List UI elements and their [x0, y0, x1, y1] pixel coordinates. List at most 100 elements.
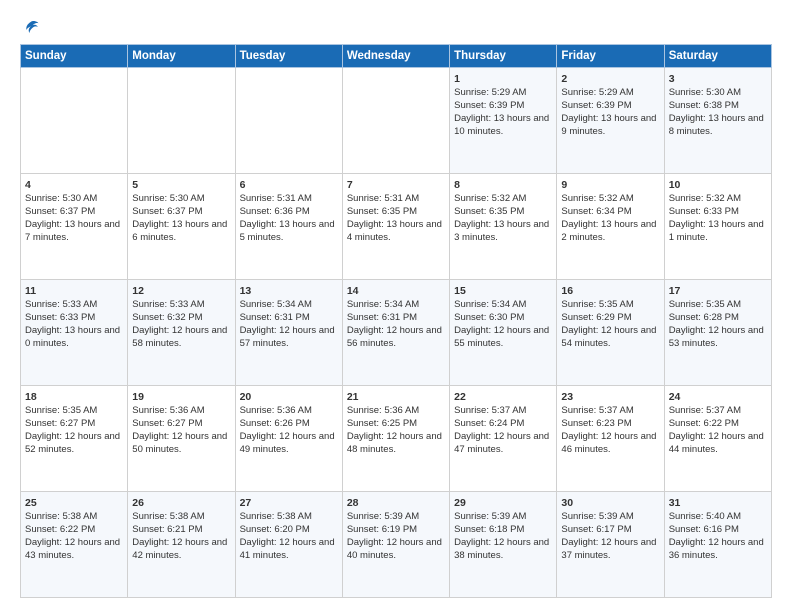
day-number: 25 [25, 496, 123, 510]
weekday-header-sunday: Sunday [21, 45, 128, 68]
day-info: Sunset: 6:34 PM [561, 206, 659, 219]
day-info: Daylight: 13 hours and 3 minutes. [454, 219, 552, 245]
day-info: Sunset: 6:30 PM [454, 312, 552, 325]
day-info: Sunrise: 5:29 AM [454, 87, 552, 100]
day-info: Sunset: 6:25 PM [347, 418, 445, 431]
day-info: Daylight: 12 hours and 56 minutes. [347, 325, 445, 351]
calendar-cell: 19Sunrise: 5:36 AMSunset: 6:27 PMDayligh… [128, 386, 235, 492]
day-info: Daylight: 13 hours and 7 minutes. [25, 219, 123, 245]
day-info: Daylight: 12 hours and 55 minutes. [454, 325, 552, 351]
day-info: Sunrise: 5:32 AM [454, 193, 552, 206]
calendar-cell: 4Sunrise: 5:30 AMSunset: 6:37 PMDaylight… [21, 174, 128, 280]
day-number: 1 [454, 72, 552, 86]
day-info: Sunrise: 5:36 AM [132, 405, 230, 418]
day-number: 3 [669, 72, 767, 86]
day-info: Sunset: 6:18 PM [454, 524, 552, 537]
day-number: 19 [132, 390, 230, 404]
calendar-cell: 2Sunrise: 5:29 AMSunset: 6:39 PMDaylight… [557, 68, 664, 174]
week-row-1: 1Sunrise: 5:29 AMSunset: 6:39 PMDaylight… [21, 68, 772, 174]
day-number: 8 [454, 178, 552, 192]
day-number: 5 [132, 178, 230, 192]
weekday-header-tuesday: Tuesday [235, 45, 342, 68]
day-info: Sunset: 6:21 PM [132, 524, 230, 537]
calendar-cell: 16Sunrise: 5:35 AMSunset: 6:29 PMDayligh… [557, 280, 664, 386]
day-info: Sunrise: 5:35 AM [669, 299, 767, 312]
day-info: Sunset: 6:39 PM [561, 100, 659, 113]
day-info: Sunset: 6:31 PM [347, 312, 445, 325]
day-number: 22 [454, 390, 552, 404]
day-info: Sunrise: 5:39 AM [347, 511, 445, 524]
day-info: Daylight: 13 hours and 2 minutes. [561, 219, 659, 245]
day-info: Sunset: 6:36 PM [240, 206, 338, 219]
day-number: 6 [240, 178, 338, 192]
calendar-cell: 31Sunrise: 5:40 AMSunset: 6:16 PMDayligh… [664, 492, 771, 598]
day-info: Daylight: 12 hours and 49 minutes. [240, 431, 338, 457]
day-number: 2 [561, 72, 659, 86]
day-info: Daylight: 12 hours and 43 minutes. [25, 537, 123, 563]
calendar-cell: 11Sunrise: 5:33 AMSunset: 6:33 PMDayligh… [21, 280, 128, 386]
day-number: 15 [454, 284, 552, 298]
weekday-header-thursday: Thursday [450, 45, 557, 68]
day-info: Sunrise: 5:33 AM [25, 299, 123, 312]
day-info: Sunset: 6:27 PM [25, 418, 123, 431]
day-info: Daylight: 12 hours and 48 minutes. [347, 431, 445, 457]
day-info: Daylight: 12 hours and 47 minutes. [454, 431, 552, 457]
day-info: Daylight: 12 hours and 53 minutes. [669, 325, 767, 351]
week-row-3: 11Sunrise: 5:33 AMSunset: 6:33 PMDayligh… [21, 280, 772, 386]
day-info: Daylight: 12 hours and 50 minutes. [132, 431, 230, 457]
day-info: Sunset: 6:27 PM [132, 418, 230, 431]
day-info: Daylight: 13 hours and 1 minute. [669, 219, 767, 245]
day-info: Sunset: 6:22 PM [25, 524, 123, 537]
day-info: Sunset: 6:26 PM [240, 418, 338, 431]
day-info: Sunrise: 5:30 AM [669, 87, 767, 100]
day-info: Sunrise: 5:35 AM [561, 299, 659, 312]
day-info: Daylight: 12 hours and 54 minutes. [561, 325, 659, 351]
calendar-cell: 22Sunrise: 5:37 AMSunset: 6:24 PMDayligh… [450, 386, 557, 492]
calendar-cell: 27Sunrise: 5:38 AMSunset: 6:20 PMDayligh… [235, 492, 342, 598]
week-row-5: 25Sunrise: 5:38 AMSunset: 6:22 PMDayligh… [21, 492, 772, 598]
day-info: Daylight: 12 hours and 57 minutes. [240, 325, 338, 351]
day-info: Daylight: 13 hours and 5 minutes. [240, 219, 338, 245]
day-info: Sunset: 6:16 PM [669, 524, 767, 537]
calendar-cell [128, 68, 235, 174]
day-info: Sunset: 6:37 PM [25, 206, 123, 219]
day-info: Sunrise: 5:29 AM [561, 87, 659, 100]
day-info: Sunrise: 5:30 AM [25, 193, 123, 206]
day-info: Daylight: 12 hours and 44 minutes. [669, 431, 767, 457]
day-info: Sunrise: 5:39 AM [454, 511, 552, 524]
calendar-cell: 13Sunrise: 5:34 AMSunset: 6:31 PMDayligh… [235, 280, 342, 386]
calendar-cell: 25Sunrise: 5:38 AMSunset: 6:22 PMDayligh… [21, 492, 128, 598]
calendar-cell: 6Sunrise: 5:31 AMSunset: 6:36 PMDaylight… [235, 174, 342, 280]
day-info: Sunset: 6:32 PM [132, 312, 230, 325]
day-number: 11 [25, 284, 123, 298]
day-number: 14 [347, 284, 445, 298]
day-info: Sunrise: 5:35 AM [25, 405, 123, 418]
weekday-header-row: SundayMondayTuesdayWednesdayThursdayFrid… [21, 45, 772, 68]
day-info: Daylight: 12 hours and 38 minutes. [454, 537, 552, 563]
day-info: Sunrise: 5:38 AM [132, 511, 230, 524]
calendar-cell: 10Sunrise: 5:32 AMSunset: 6:33 PMDayligh… [664, 174, 771, 280]
calendar-cell: 18Sunrise: 5:35 AMSunset: 6:27 PMDayligh… [21, 386, 128, 492]
day-info: Sunset: 6:24 PM [454, 418, 552, 431]
day-number: 16 [561, 284, 659, 298]
day-info: Daylight: 13 hours and 8 minutes. [669, 113, 767, 139]
day-info: Sunset: 6:17 PM [561, 524, 659, 537]
calendar-cell [342, 68, 449, 174]
calendar-cell [21, 68, 128, 174]
day-number: 26 [132, 496, 230, 510]
day-info: Daylight: 13 hours and 10 minutes. [454, 113, 552, 139]
day-number: 10 [669, 178, 767, 192]
day-number: 18 [25, 390, 123, 404]
day-info: Sunset: 6:20 PM [240, 524, 338, 537]
day-info: Sunrise: 5:34 AM [347, 299, 445, 312]
calendar-cell: 26Sunrise: 5:38 AMSunset: 6:21 PMDayligh… [128, 492, 235, 598]
calendar-cell: 1Sunrise: 5:29 AMSunset: 6:39 PMDaylight… [450, 68, 557, 174]
day-number: 27 [240, 496, 338, 510]
week-row-2: 4Sunrise: 5:30 AMSunset: 6:37 PMDaylight… [21, 174, 772, 280]
day-info: Sunset: 6:35 PM [454, 206, 552, 219]
calendar-cell: 21Sunrise: 5:36 AMSunset: 6:25 PMDayligh… [342, 386, 449, 492]
day-info: Sunset: 6:38 PM [669, 100, 767, 113]
day-info: Sunset: 6:39 PM [454, 100, 552, 113]
day-info: Sunrise: 5:37 AM [454, 405, 552, 418]
day-info: Sunset: 6:37 PM [132, 206, 230, 219]
